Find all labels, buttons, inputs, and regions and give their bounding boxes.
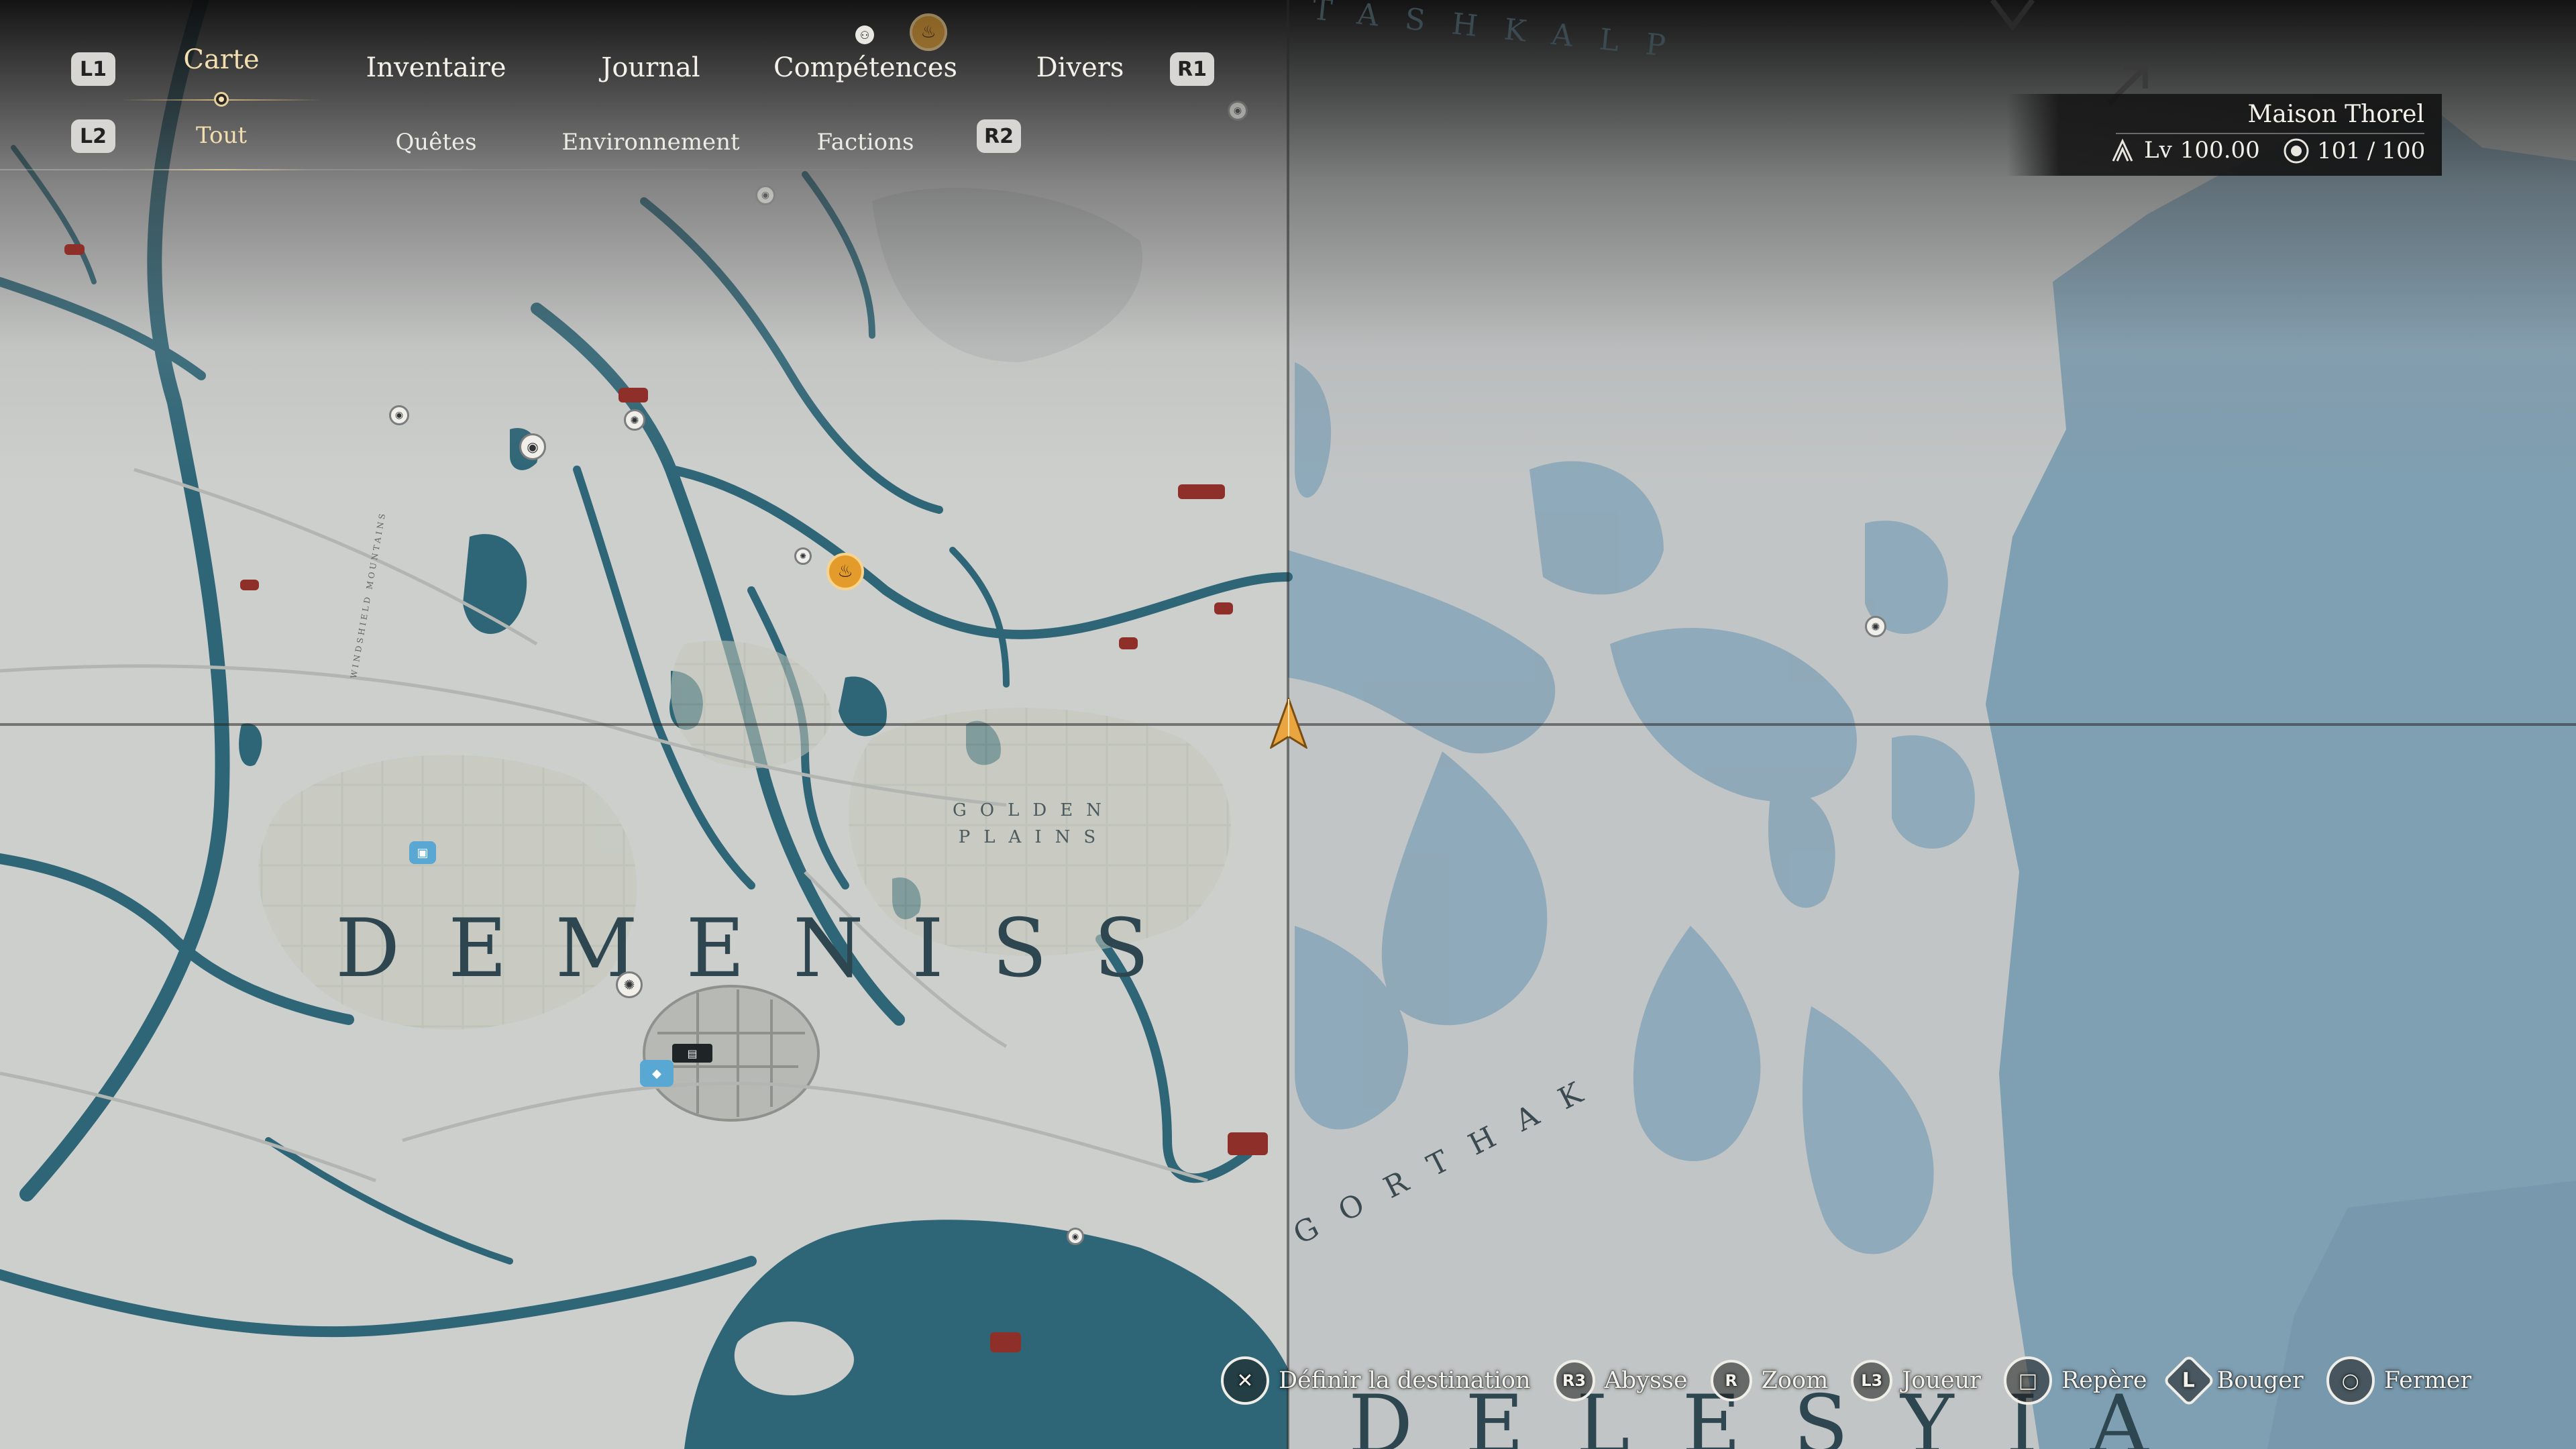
legend-marker[interactable]: □ Repère xyxy=(2003,1356,2147,1405)
waypoint-south-icon[interactable]: ◉ xyxy=(1067,1228,1084,1245)
legend-label: Zoom xyxy=(1761,1367,1829,1394)
filter-environnement[interactable]: Environnement xyxy=(561,129,739,156)
player-info-panel: Maison Thorel Lv 100.00 101 / 100 xyxy=(2007,94,2442,176)
region-label-golden-plains: GOLDEN PLAINS xyxy=(953,797,1115,851)
left-stick-icon: L xyxy=(2161,1354,2216,1407)
filter-factions[interactable]: Factions xyxy=(817,129,914,156)
filter-quetes[interactable]: Quêtes xyxy=(395,129,476,156)
camp-small-icon[interactable]: ✺ xyxy=(794,547,812,565)
cross-button-icon: ✕ xyxy=(1221,1356,1269,1405)
level-value: 100.00 xyxy=(2180,137,2260,164)
filter-tout[interactable]: Tout xyxy=(196,122,247,149)
enemy-camp-icon[interactable] xyxy=(1178,484,1225,499)
waypoint-small-icon[interactable]: ◉ xyxy=(389,405,409,425)
quest-marker-icon[interactable]: ♨ xyxy=(826,553,864,590)
city-banner-icon[interactable]: ▤ xyxy=(672,1044,712,1063)
legend-label: Définir la destination xyxy=(1279,1367,1531,1394)
legend-label: Bouger xyxy=(2216,1367,2304,1394)
left-stick-glyph: L xyxy=(2182,1368,2196,1393)
tab-carte-indicator xyxy=(214,92,229,107)
square-button-icon: □ xyxy=(2003,1356,2052,1405)
controls-legend: ✕ Définir la destination R3 Abysse R Zoo… xyxy=(1221,1354,2471,1407)
l1-button[interactable]: L1 xyxy=(71,52,115,86)
legend-label: Fermer xyxy=(2383,1367,2472,1394)
legend-label: Abysse xyxy=(1604,1367,1688,1394)
faction-small-icon[interactable]: ✺ xyxy=(1865,616,1886,637)
level-label: Lv xyxy=(2144,137,2172,164)
capacity-max: 100 xyxy=(2381,138,2426,164)
tab-divers[interactable]: Divers xyxy=(1036,52,1124,83)
enemy-fort-icon[interactable] xyxy=(619,388,648,402)
l2-button[interactable]: L2 xyxy=(71,119,115,153)
waypoint-faded-icon[interactable]: ◉ xyxy=(1228,101,1248,121)
circle-button-icon: ○ xyxy=(2326,1356,2375,1405)
legend-set-destination[interactable]: ✕ Définir la destination xyxy=(1221,1356,1531,1405)
level-chevron-icon xyxy=(2112,138,2133,162)
level-display: Lv 100.00 xyxy=(2109,137,2260,164)
horse-stable-icon[interactable]: ◆ xyxy=(640,1060,674,1087)
legend-label: Repère xyxy=(2061,1367,2147,1394)
region-label-demeniss: DEMENISS xyxy=(335,902,1197,996)
enemy-west-2-icon[interactable] xyxy=(240,580,259,590)
capacity-current: 101 xyxy=(2317,138,2361,164)
faction-emblem-icon[interactable]: ✺ xyxy=(616,971,643,998)
map-screen: DEMENISS DELESYIA TASHKALP GORTHAK GOLDE… xyxy=(0,0,2576,1449)
r2-button[interactable]: R2 xyxy=(977,119,1021,153)
enemy-small-2-icon[interactable] xyxy=(1214,602,1233,614)
waypoint-icon[interactable]: ◉ xyxy=(519,433,546,460)
tab-carte[interactable]: Carte xyxy=(183,44,259,75)
house-name: Maison Thorel xyxy=(2247,101,2424,128)
legend-close[interactable]: ○ Fermer xyxy=(2326,1356,2471,1405)
r3-button-icon: R3 xyxy=(1553,1360,1595,1401)
player-position-icon xyxy=(1270,698,1307,749)
legend-player[interactable]: L3 Joueur xyxy=(1851,1360,1981,1401)
compass-north-icon xyxy=(1990,0,2035,32)
wagon-icon[interactable]: ▣ xyxy=(409,841,436,864)
new-notification-icon: ⚇ xyxy=(855,25,874,44)
camp-icon[interactable]: ✺ xyxy=(624,409,645,431)
tab-journal[interactable]: Journal xyxy=(601,52,700,83)
tab-inventaire[interactable]: Inventaire xyxy=(366,52,506,83)
enemy-west-icon[interactable] xyxy=(64,244,85,255)
nav-divider xyxy=(0,169,1046,170)
top-navigation: L1 Carte Inventaire Journal ⚇ Compétence… xyxy=(0,0,1214,181)
enemy-small-icon[interactable] xyxy=(1119,637,1138,649)
capacity-display: 101 / 100 xyxy=(2282,137,2425,165)
right-stick-icon: R xyxy=(1710,1360,1752,1401)
enemy-island-icon[interactable] xyxy=(990,1332,1021,1352)
l3-button-icon: L3 xyxy=(1851,1360,1893,1401)
golden-plains-line1: GOLDEN xyxy=(953,800,1115,820)
capacity-separator: / xyxy=(2367,138,2375,164)
enemy-outpost-icon[interactable] xyxy=(1228,1132,1268,1155)
legend-abyss[interactable]: R3 Abysse xyxy=(1553,1360,1688,1401)
legend-move[interactable]: L Bouger xyxy=(2161,1354,2304,1407)
golden-plains-line2: PLAINS xyxy=(958,827,1110,847)
r1-button[interactable]: R1 xyxy=(1170,52,1214,86)
waypoint-dim-icon[interactable]: ◉ xyxy=(755,185,775,205)
legend-label: Joueur xyxy=(1902,1367,1981,1394)
info-separator xyxy=(2116,133,2424,134)
capacity-emblem-icon xyxy=(2284,138,2309,164)
legend-zoom[interactable]: R Zoom xyxy=(1710,1360,1829,1401)
tab-competences[interactable]: Compétences xyxy=(773,52,957,83)
